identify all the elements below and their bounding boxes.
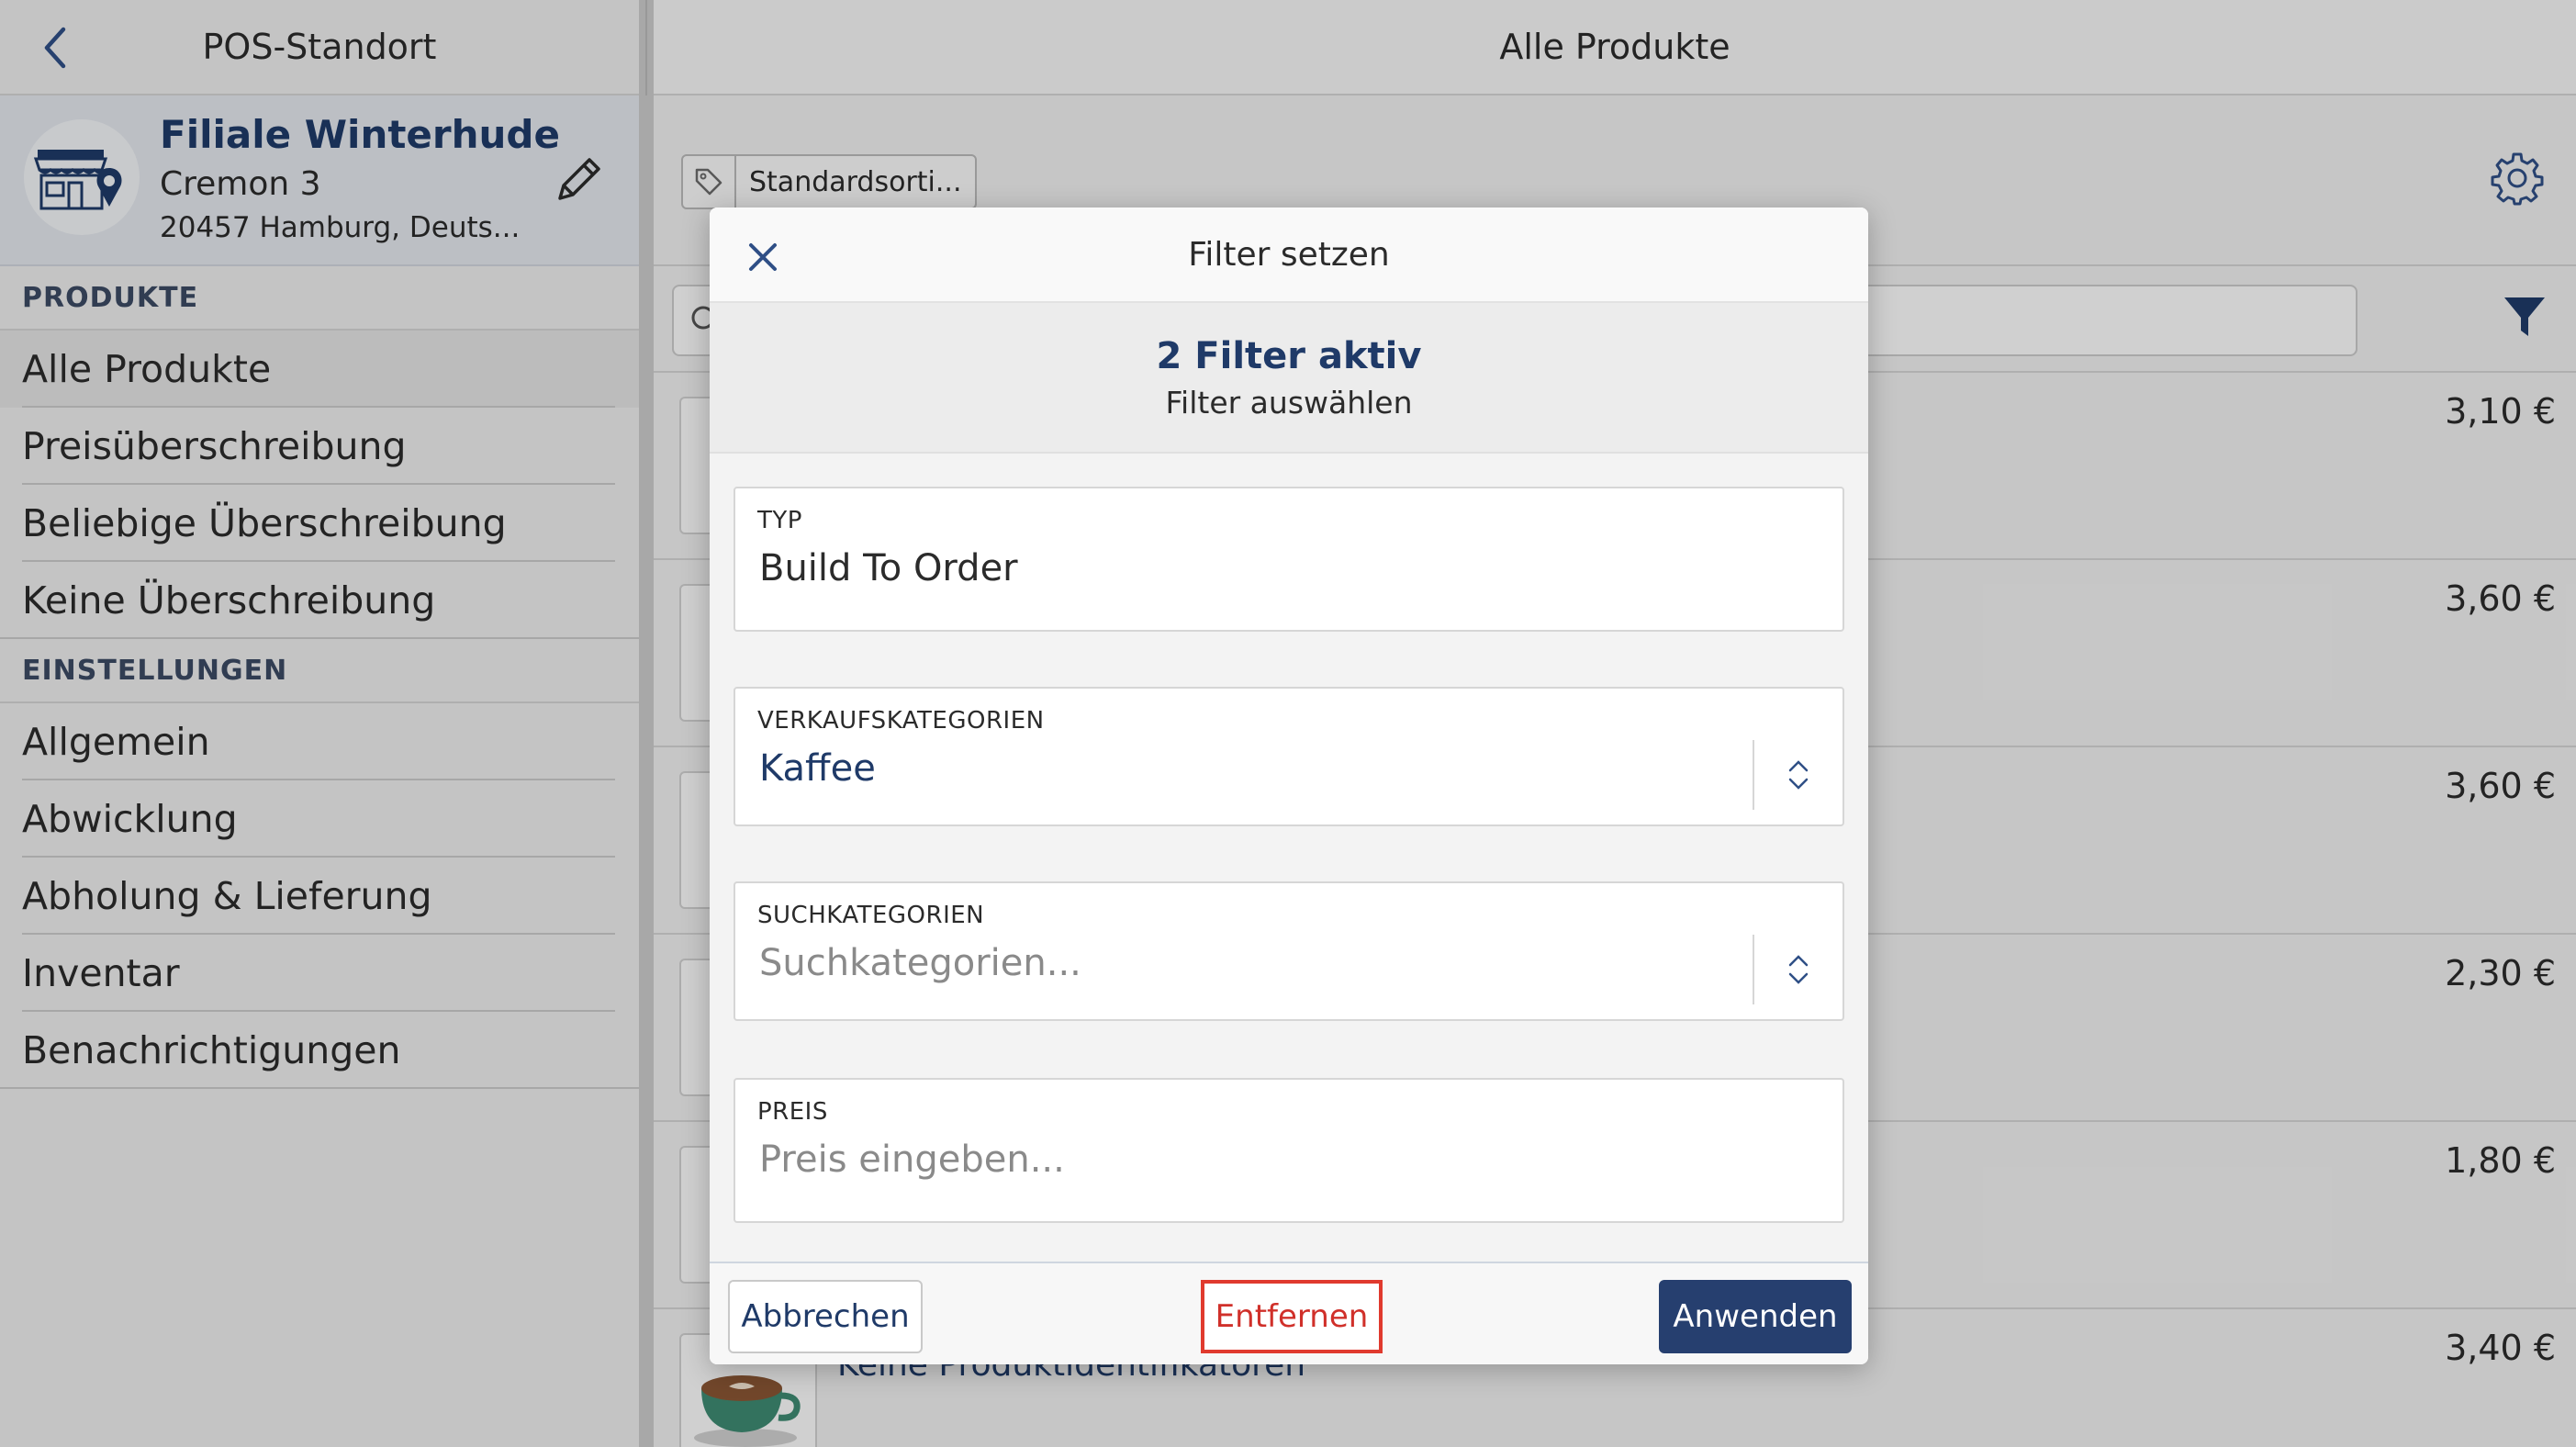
filter-fields: TYP Build To Order VERKAUFSKATEGORIEN Ka… [710,454,1868,1262]
typ-value: Build To Order [759,547,1018,589]
chevron-updown-icon[interactable] [1753,740,1842,810]
verkaufskategorien-select[interactable]: VERKAUFSKATEGORIEN Kaffee [734,687,1844,826]
cancel-button[interactable]: Abbrechen [728,1280,923,1353]
suchkategorien-select[interactable]: SUCHKATEGORIEN Suchkategorien... [734,881,1844,1021]
preis-placeholder: Preis eingeben... [759,1139,1065,1181]
field-label: TYP [757,507,802,534]
filter-summary: 2 Filter aktiv Filter auswählen [710,303,1868,454]
typ-field[interactable]: TYP Build To Order [734,487,1844,632]
apply-button[interactable]: Anwenden [1659,1280,1852,1353]
chevron-updown-icon[interactable] [1753,935,1842,1004]
active-filter-count: 2 Filter aktiv [1156,334,1422,377]
close-icon [749,243,777,271]
modal-header: Filter setzen [710,208,1868,303]
close-button[interactable] [737,231,789,283]
suchkategorien-placeholder: Suchkategorien... [759,942,1081,984]
modal-title: Filter setzen [1188,235,1390,274]
verkaufskategorien-value: Kaffee [759,747,876,790]
filter-modal: Filter setzen 2 Filter aktiv Filter ausw… [710,208,1868,1364]
filter-subtitle: Filter auswählen [1165,384,1413,421]
field-label: SUCHKATEGORIEN [757,902,985,929]
modal-footer: Abbrechen Entfernen Anwenden [710,1262,1868,1364]
preis-input[interactable]: PREIS Preis eingeben... [734,1078,1844,1223]
remove-button[interactable]: Entfernen [1201,1280,1383,1353]
field-label: PREIS [757,1098,828,1126]
field-label: VERKAUFSKATEGORIEN [757,707,1045,735]
